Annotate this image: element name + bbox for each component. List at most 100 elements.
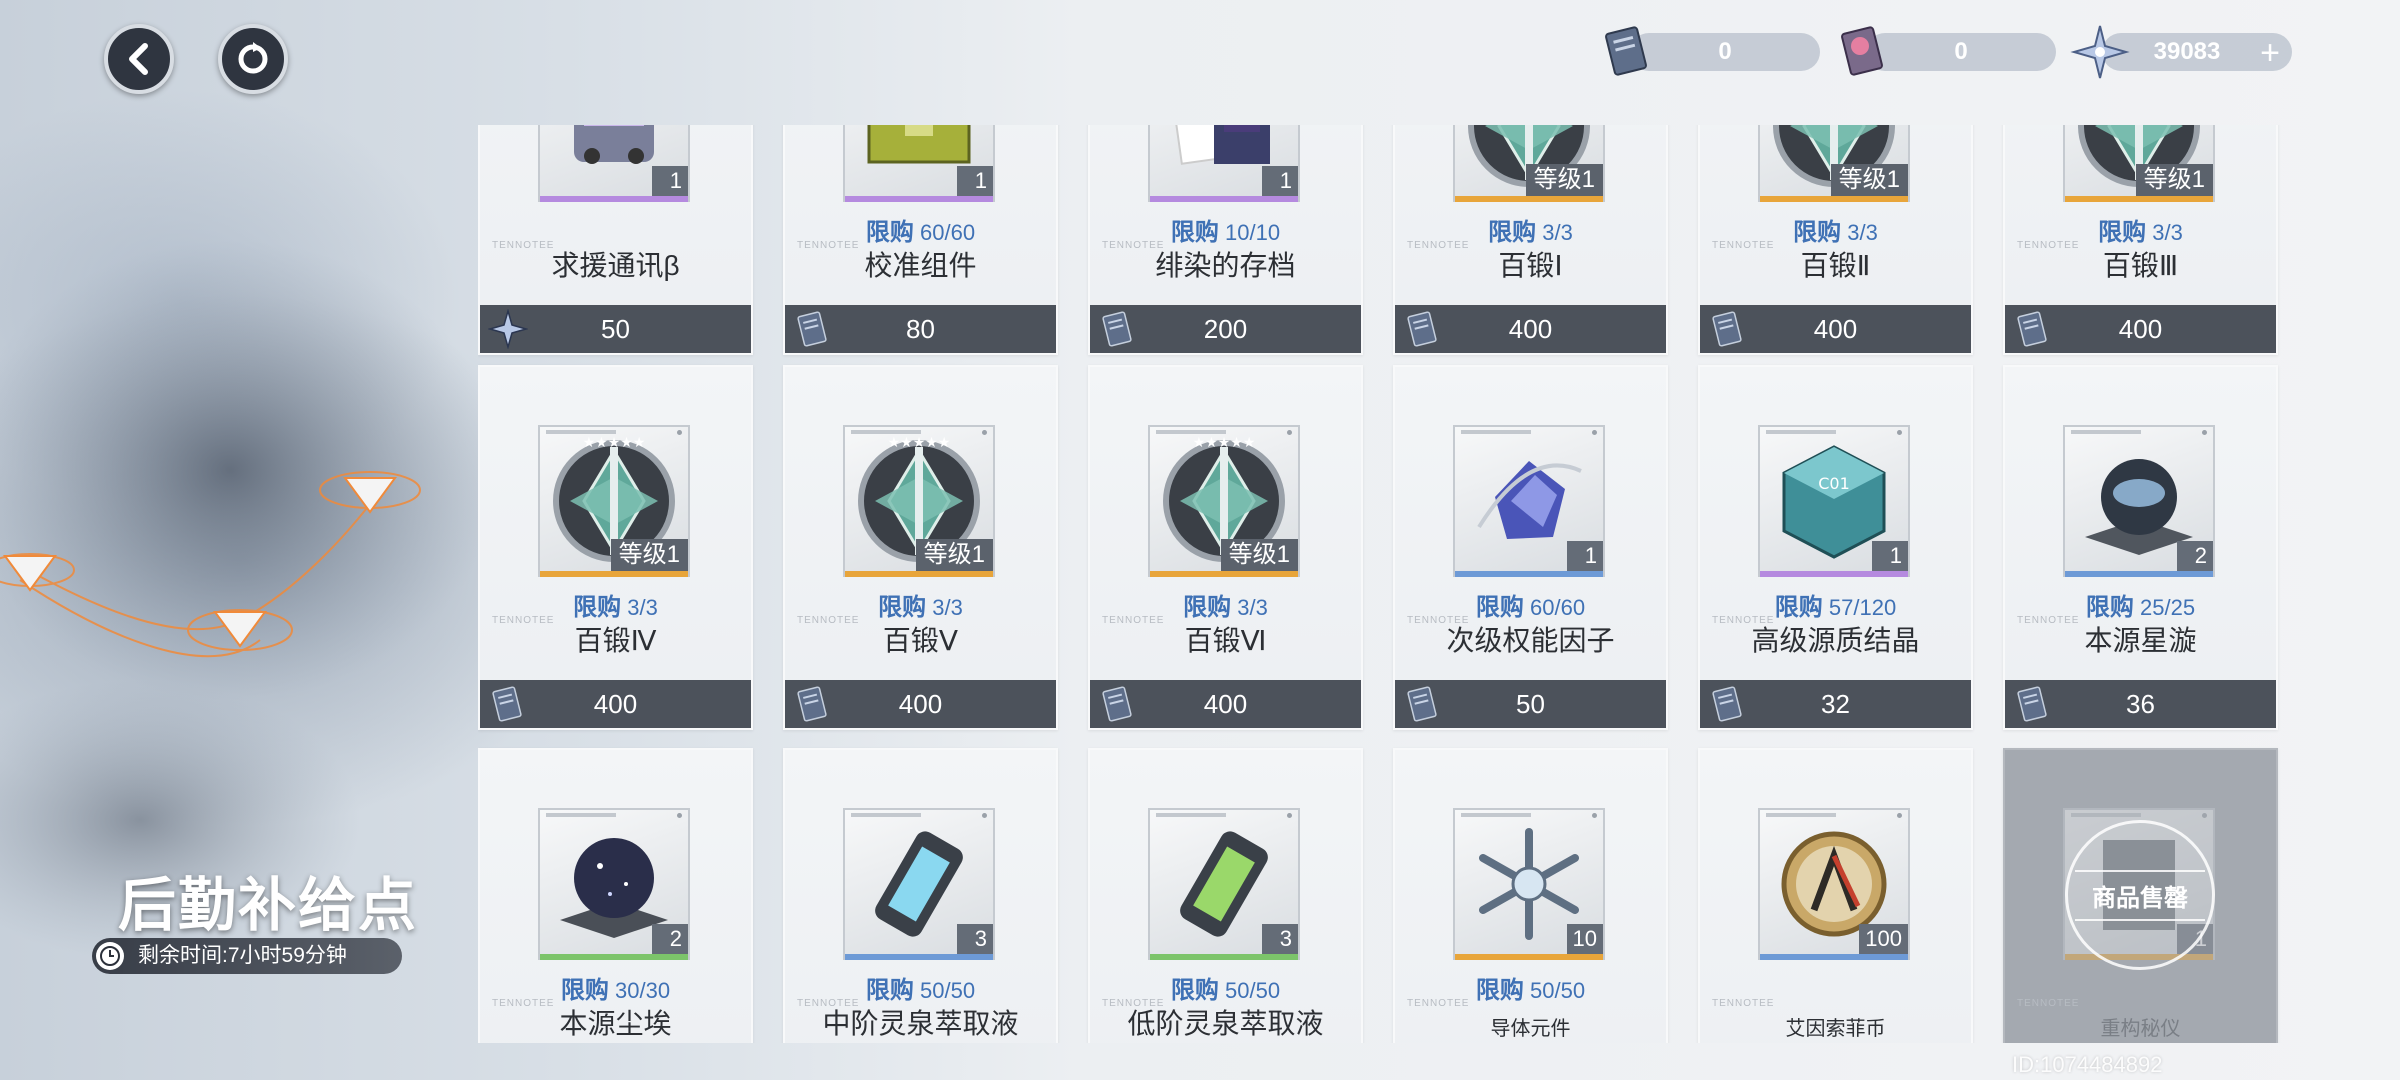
rarity-bar [1455,196,1603,202]
currency-pink-display: 0 [1866,33,2056,71]
shop-item-card[interactable]: 100 TENNOTEE 艾因索菲币 [1698,748,1973,1043]
purchase-limit-value: 3/3 [1542,220,1573,245]
item-name: 百锻Ⅳ [574,625,657,656]
shop-item-card[interactable]: 2 限购 25/25 TENNOTEE 本源星漩 36 [2003,365,2278,730]
shop-item-card[interactable]: 3 限购 50/50 TENNOTEE 中阶灵泉萃取液 [783,748,1058,1043]
item-name: 本源尘埃 [559,1008,672,1039]
rarity-bar [1760,196,1908,202]
shop-item-card[interactable]: 1 TENNOTEE 求援通讯β 50 [478,125,753,355]
item-price-value: 32 [1821,689,1850,719]
item-icon-frame: ★★★★★等级1 [2063,125,2215,202]
item-icon-frame: ★★★★★等级1 [1758,125,1910,202]
back-button[interactable] [104,24,174,94]
item-price-value: 400 [2118,314,2163,344]
svg-text:C01: C01 [1818,474,1850,493]
rarity-bar [845,571,993,577]
item-name: 导体元件 [1490,1018,1571,1040]
item-price-button[interactable]: 400 [1700,305,1971,353]
purchase-limit-label: 限购 [865,977,914,1004]
refresh-button[interactable] [218,24,288,94]
item-icon-frame: 3 [843,808,995,960]
item-name: 百锻Ⅵ [1184,625,1267,656]
ticket-card-icon [2017,686,2047,722]
currency-ticket-value: 0 [1718,38,1732,65]
purchase-limit-value: 10/10 [1225,220,1281,245]
purchase-limit-label: 限购 [2098,219,2147,246]
shop-item-card[interactable]: ★★★★★等级1限购 3/3TENNOTEE百锻Ⅱ400 [1698,125,1973,355]
item-price-button[interactable]: 400 [2005,305,2276,353]
item-icon-frame: 2 [2063,425,2215,577]
purchase-limit-label: 限购 [1793,219,1842,246]
shop-item-card[interactable]: ★★★★★ 等级1 限购 3/3 TENNOTEE 百锻Ⅵ 400 [1088,365,1363,730]
item-price-button[interactable]: 400 [1090,680,1361,728]
purchase-limit-value: 50/50 [920,978,976,1003]
item-price-button[interactable]: 50 [480,305,751,353]
purchase-limit-label: 限购 [1170,977,1219,1004]
item-quantity: 1 [1567,541,1603,571]
ticket-card-icon [797,311,827,347]
add-currency-button[interactable]: + [2260,34,2280,73]
shop-item-card[interactable]: ★★★★★ 等级1 限购 3/3 TENNOTEE 百锻Ⅴ 400 [783,365,1058,730]
shop-item-card[interactable]: 1 限购 60/60 TENNOTEE 校准组件 80 [783,125,1058,355]
sold-out-text: 商品售罄 [2092,884,2188,912]
item-icon-frame: 1 [1148,125,1300,202]
star-shard-icon [488,309,528,349]
card-brand-mark: TENNOTEE [2017,998,2080,1009]
item-name: 中阶灵泉萃取液 [822,1008,1019,1039]
shop-item-card[interactable]: ★★★★★ 等级1 限购 3/3 TENNOTEE 百锻Ⅳ 400 [478,365,753,730]
item-quantity: 2 [652,924,688,954]
shop-item-card[interactable]: 10 限购 50/50 TENNOTEE 导体元件 [1393,748,1668,1043]
ticket-card-icon [1102,311,1132,347]
star-shard-icon [2070,25,2130,79]
shop-item-grid[interactable]: 1 TENNOTEE 求援通讯β 50 1 限购 60/60 TENNOTEE 校准组件 80 1… [478,125,2288,1043]
item-icon-frame: ★★★★★等级1 [1148,425,1300,577]
item-level-badge: 等级1 [2135,164,2213,196]
item-price-button[interactable]: 400 [480,680,751,728]
shop-item-card[interactable]: 1 限购 60/60 TENNOTEE 次级权能因子 50 [1393,365,1668,730]
item-name: 绯染的存档 [1155,250,1296,281]
item-price-value: 400 [1508,314,1553,344]
shop-title: 后勤补给点 [118,873,419,938]
rarity-bar [540,571,688,577]
shop-item-card[interactable]: 2 限购 30/30 TENNOTEE 本源尘埃 [478,748,753,1043]
item-name: 校准组件 [864,250,977,281]
rarity-bar [540,196,688,202]
item-level-badge: 等级1 [610,539,688,571]
ticket-card-icon [492,686,522,722]
item-quantity: 1 [652,166,688,196]
purchase-limit-label: 限购 [1774,594,1823,621]
clock-icon [96,942,124,970]
purchase-limit-label: 限购 [1475,594,1524,621]
ticket-card-icon [1407,311,1437,347]
shop-item-card[interactable]: 3 限购 50/50 TENNOTEE 低阶灵泉萃取液 [1088,748,1363,1043]
item-price-button[interactable]: 400 [1395,305,1666,353]
item-price-button[interactable]: 400 [785,680,1056,728]
item-name: 本源星漩 [2084,625,2197,656]
rarity-bar [1150,571,1298,577]
shop-item-card[interactable]: C01 1 限购 57/120 TENNOTEE 高级源质结晶 32 [1698,365,1973,730]
purchase-limit-label: 限购 [1183,594,1232,621]
shop-item-card[interactable]: 1 限购 10/10 TENNOTEE 绯染的存档 200 [1088,125,1363,355]
shop-item-card[interactable]: ★★★★★等级1限购 3/3TENNOTEE百锻Ⅲ400 [2003,125,2278,355]
item-price-button[interactable]: 32 [1700,680,1971,728]
item-price-value: 50 [601,314,630,344]
currency-ticket-display: 0 [1630,33,1820,71]
chevron-left-icon [129,43,148,75]
item-quantity: 3 [957,924,993,954]
item-price-button[interactable]: 36 [2005,680,2276,728]
purchase-limit-value: 30/30 [615,978,671,1003]
item-price-button[interactable]: 50 [1395,680,1666,728]
rarity-bar [1760,571,1908,577]
item-quantity: 100 [1859,924,1908,954]
currency-star-value: 39083 [2153,38,2221,65]
item-price-button[interactable]: 80 [785,305,1056,353]
ticket-card-icon [1712,686,1742,722]
item-price-value: 80 [906,314,935,344]
rarity-bar [1760,954,1908,960]
shop-item-card[interactable]: ★★★★★等级1限购 3/3TENNOTEE百锻Ⅰ400 [1393,125,1668,355]
pink-card-icon [1841,26,1883,76]
item-price-button[interactable]: 200 [1090,305,1361,353]
shop-item-card[interactable]: 1 商品售罄 TENNOTEE 重构秘仪 [2003,748,2278,1043]
svg-text:★★★★★: ★★★★★ [583,435,646,451]
item-name: 次级权能因子 [1446,625,1615,656]
